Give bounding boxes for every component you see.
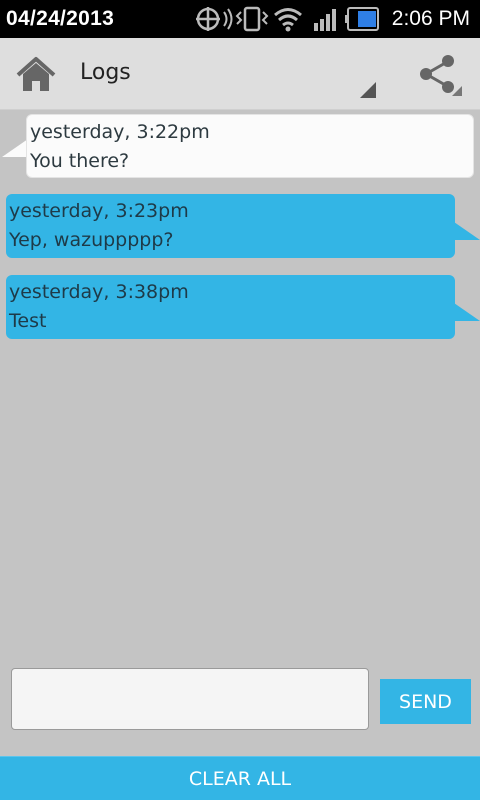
battery-icon xyxy=(345,7,379,31)
outgoing-message[interactable]: yesterday, 3:38pm Test xyxy=(6,275,455,339)
message-text: Yep, wazuppppp? xyxy=(9,229,174,251)
status-time: 2:06 PM xyxy=(391,7,470,30)
message-text: Test xyxy=(9,310,47,332)
message-timestamp: yesterday, 3:38pm xyxy=(9,281,189,303)
clear-all-button[interactable]: CLEAR ALL xyxy=(0,756,480,800)
message-text: You there? xyxy=(30,150,130,172)
vibrate-icon xyxy=(235,6,269,32)
status-date: 04/24/2013 xyxy=(6,7,115,30)
incoming-message[interactable]: yesterday, 3:22pm You there? xyxy=(26,114,474,178)
spinner-indicator[interactable] xyxy=(360,82,376,98)
home-button[interactable] xyxy=(14,55,58,95)
outgoing-message[interactable]: yesterday, 3:23pm Yep, wazuppppp? xyxy=(6,194,455,258)
outgoing-bubble-tail xyxy=(454,303,480,321)
signal-icon xyxy=(314,9,336,31)
share-menu-indicator xyxy=(452,86,462,96)
send-button[interactable]: SEND xyxy=(380,679,471,724)
page-title[interactable]: Logs xyxy=(80,60,131,85)
message-timestamp: yesterday, 3:22pm xyxy=(30,121,210,143)
outgoing-bubble-tail xyxy=(454,222,480,240)
message-input[interactable] xyxy=(11,668,369,730)
home-icon xyxy=(16,57,56,91)
status-bar: 04/24/2013 2:06 PM xyxy=(0,0,480,38)
incoming-bubble-tail xyxy=(2,139,28,157)
action-bar: Logs xyxy=(0,38,480,110)
message-timestamp: yesterday, 3:23pm xyxy=(9,200,189,222)
wifi-icon xyxy=(274,8,302,32)
sync-icon xyxy=(196,7,233,31)
